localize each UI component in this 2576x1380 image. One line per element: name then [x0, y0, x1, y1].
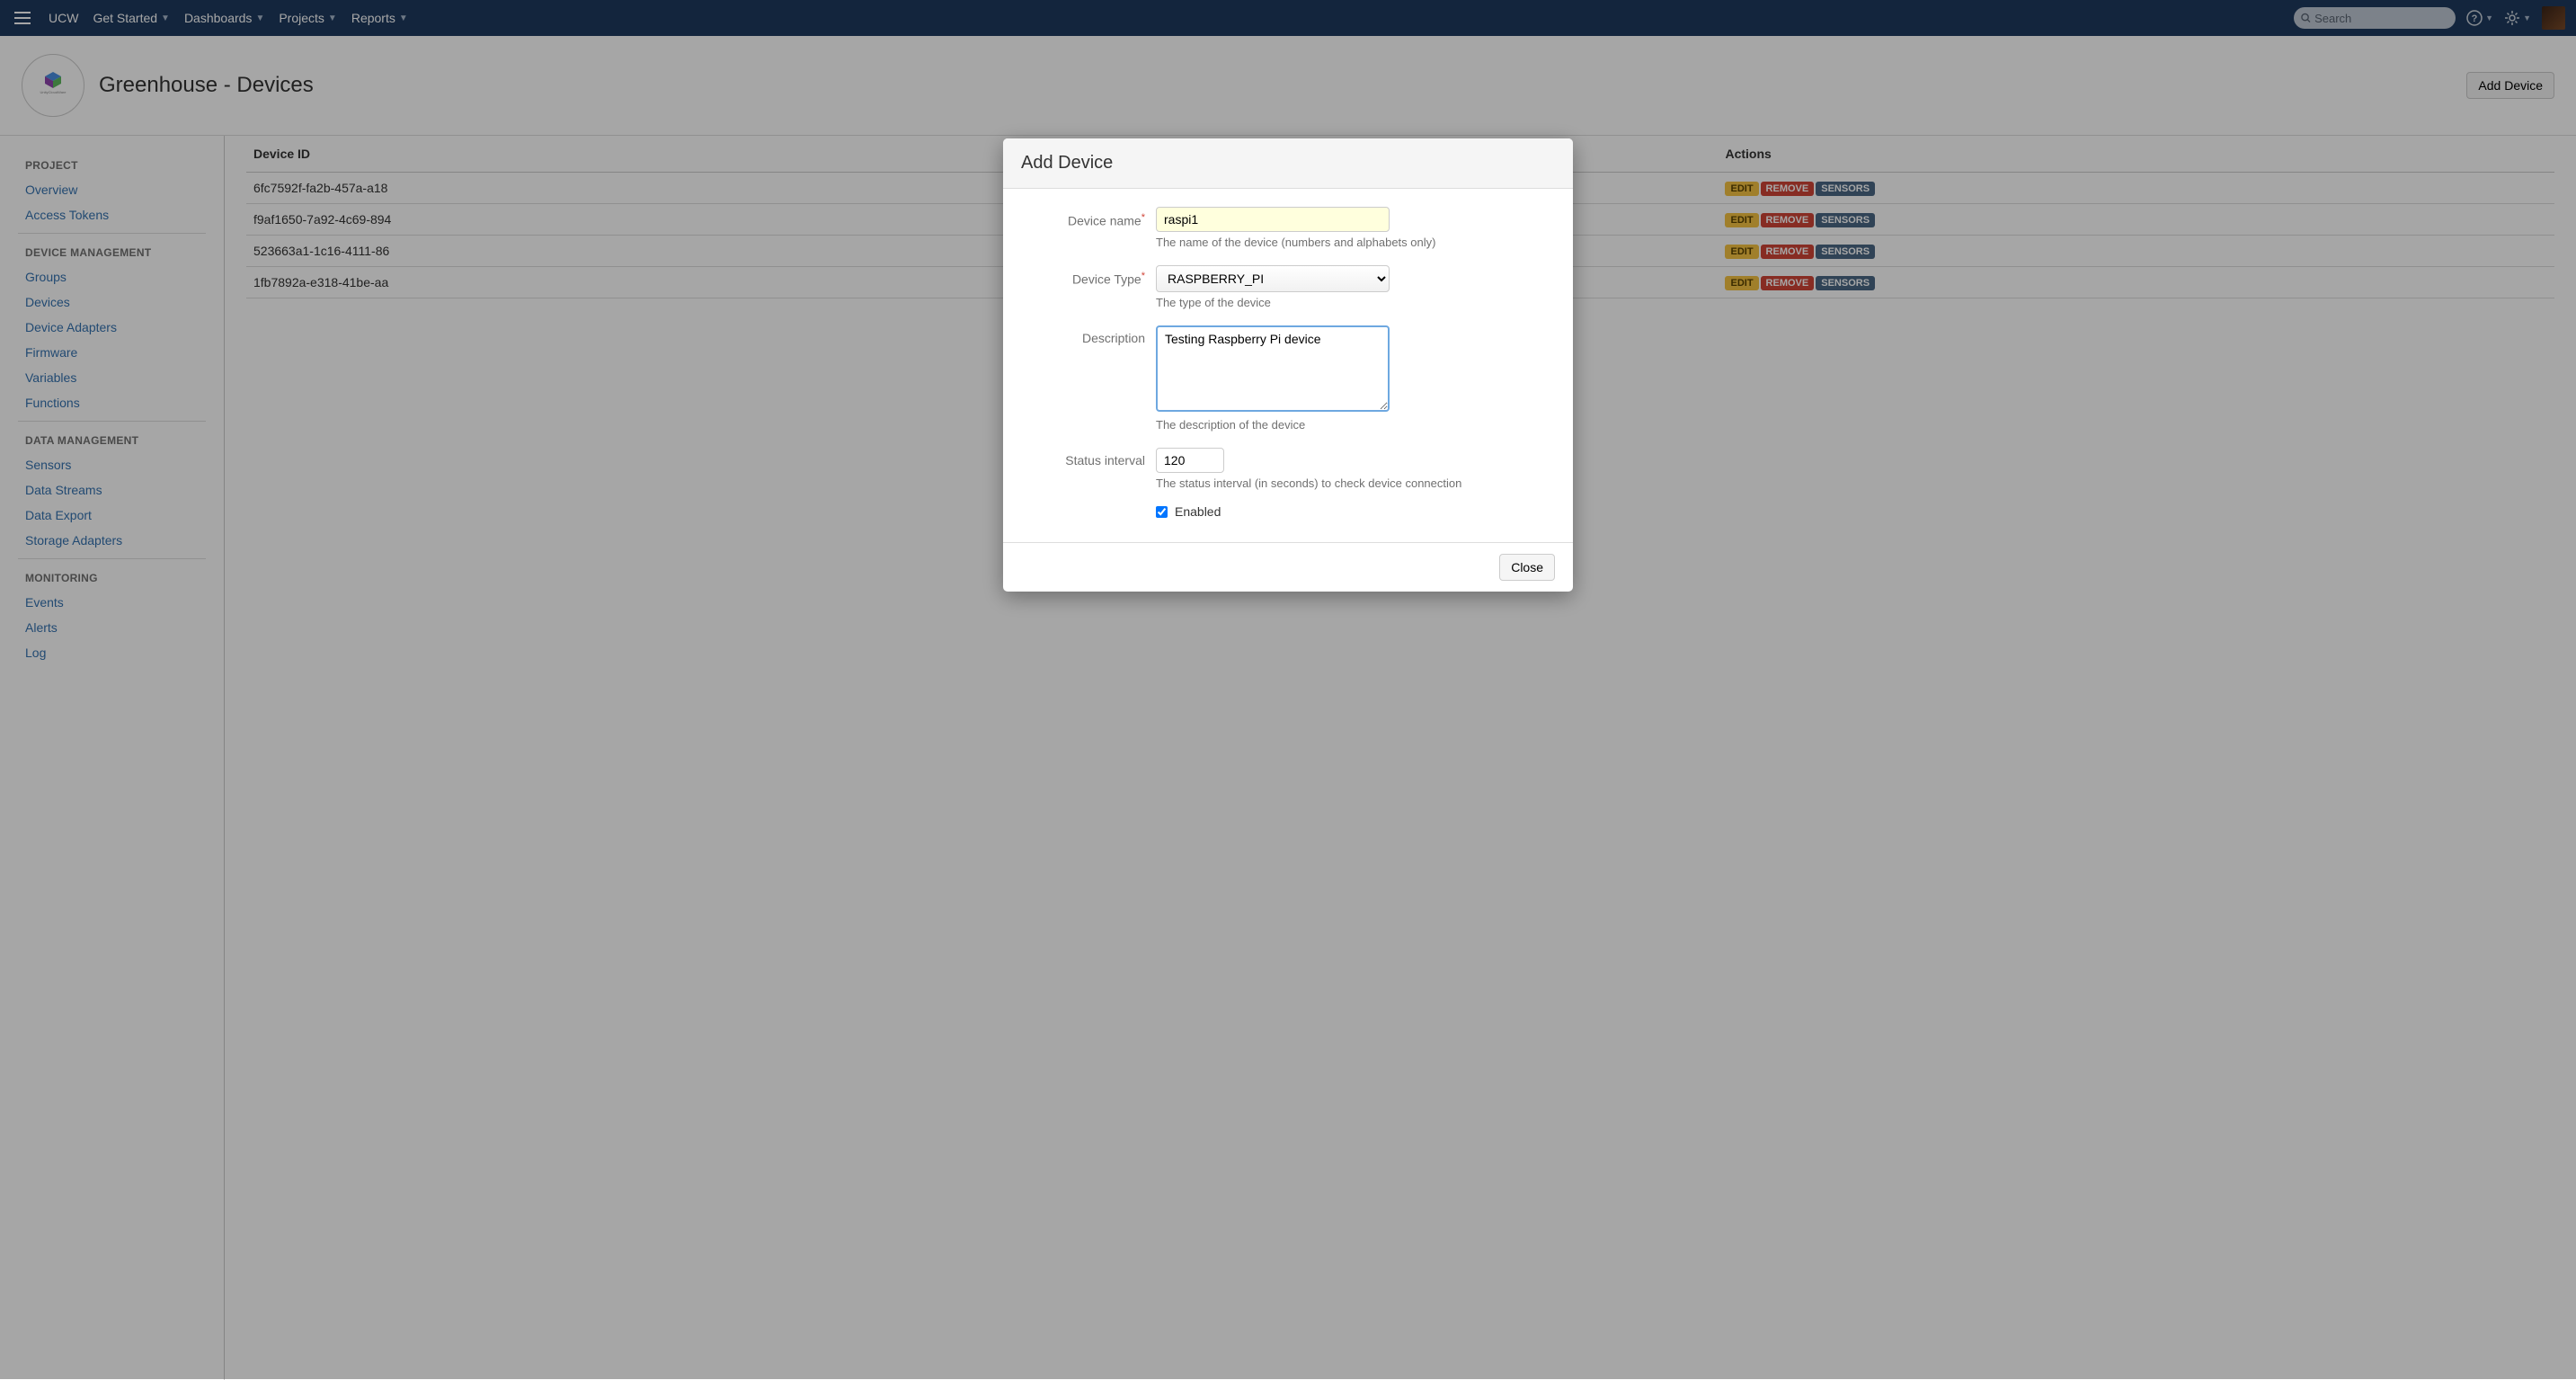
modal-header: Add Device: [1003, 138, 1573, 189]
description-label: Description: [1021, 325, 1156, 345]
description-hint: The description of the device: [1156, 418, 1555, 432]
device-type-select[interactable]: RASPBERRY_PI: [1156, 265, 1390, 292]
enabled-label: Enabled: [1175, 504, 1221, 519]
modal-overlay: Add Device Device name* The name of the …: [0, 0, 2576, 1379]
device-type-hint: The type of the device: [1156, 296, 1555, 309]
enabled-checkbox[interactable]: [1156, 506, 1168, 518]
status-interval-input[interactable]: [1156, 448, 1224, 473]
device-name-hint: The name of the device (numbers and alph…: [1156, 236, 1555, 249]
device-name-input[interactable]: [1156, 207, 1390, 232]
status-interval-hint: The status interval (in seconds) to chec…: [1156, 476, 1555, 490]
add-device-modal: Add Device Device name* The name of the …: [1003, 138, 1573, 592]
close-button[interactable]: Close: [1499, 554, 1555, 581]
device-type-label: Device Type*: [1021, 265, 1156, 287]
status-interval-label: Status interval: [1021, 448, 1156, 467]
modal-title: Add Device: [1021, 153, 1555, 174]
description-textarea[interactable]: [1156, 325, 1390, 412]
device-name-label: Device name*: [1021, 207, 1156, 228]
